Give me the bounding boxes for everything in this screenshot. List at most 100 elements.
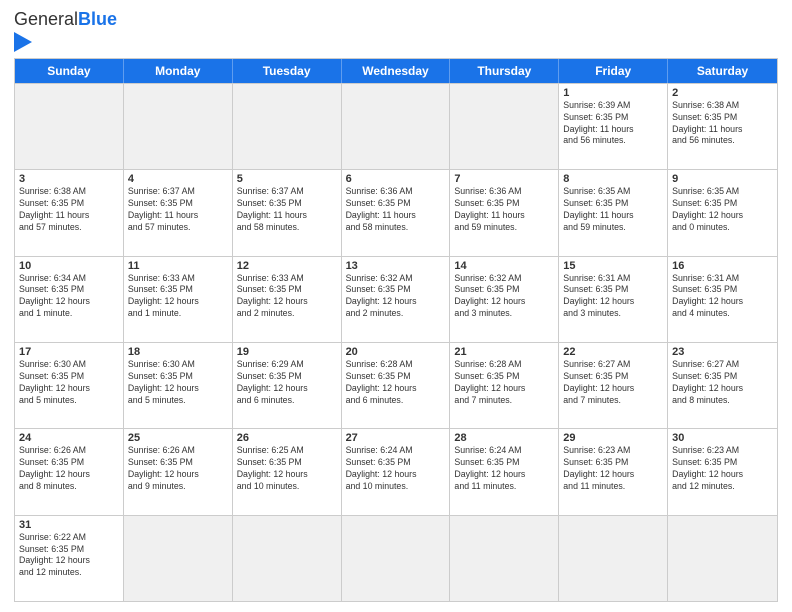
- day-cell: 6Sunrise: 6:36 AM Sunset: 6:35 PM Daylig…: [342, 170, 451, 255]
- day-info: Sunrise: 6:35 AM Sunset: 6:35 PM Dayligh…: [672, 186, 773, 234]
- day-number: 15: [563, 260, 663, 272]
- day-cell: 24Sunrise: 6:26 AM Sunset: 6:35 PM Dayli…: [15, 429, 124, 514]
- day-cell: 28Sunrise: 6:24 AM Sunset: 6:35 PM Dayli…: [450, 429, 559, 514]
- day-info: Sunrise: 6:33 AM Sunset: 6:35 PM Dayligh…: [128, 273, 228, 321]
- day-cell: [668, 516, 777, 601]
- day-info: Sunrise: 6:39 AM Sunset: 6:35 PM Dayligh…: [563, 100, 663, 148]
- day-number: 18: [128, 346, 228, 358]
- day-cell: 2Sunrise: 6:38 AM Sunset: 6:35 PM Daylig…: [668, 84, 777, 169]
- day-cell: 13Sunrise: 6:32 AM Sunset: 6:35 PM Dayli…: [342, 257, 451, 342]
- header: GeneralBlue: [14, 10, 778, 52]
- day-info: Sunrise: 6:38 AM Sunset: 6:35 PM Dayligh…: [19, 186, 119, 234]
- day-info: Sunrise: 6:30 AM Sunset: 6:35 PM Dayligh…: [128, 359, 228, 407]
- day-number: 2: [672, 87, 773, 99]
- day-number: 1: [563, 87, 663, 99]
- day-header-monday: Monday: [124, 59, 233, 83]
- day-cell: 11Sunrise: 6:33 AM Sunset: 6:35 PM Dayli…: [124, 257, 233, 342]
- day-number: 5: [237, 173, 337, 185]
- day-number: 26: [237, 432, 337, 444]
- day-info: Sunrise: 6:34 AM Sunset: 6:35 PM Dayligh…: [19, 273, 119, 321]
- week-row-5: 24Sunrise: 6:26 AM Sunset: 6:35 PM Dayli…: [15, 428, 777, 514]
- day-info: Sunrise: 6:26 AM Sunset: 6:35 PM Dayligh…: [19, 445, 119, 493]
- day-info: Sunrise: 6:36 AM Sunset: 6:35 PM Dayligh…: [346, 186, 446, 234]
- day-number: 31: [19, 519, 119, 531]
- day-info: Sunrise: 6:35 AM Sunset: 6:35 PM Dayligh…: [563, 186, 663, 234]
- day-cell: 27Sunrise: 6:24 AM Sunset: 6:35 PM Dayli…: [342, 429, 451, 514]
- day-info: Sunrise: 6:28 AM Sunset: 6:35 PM Dayligh…: [454, 359, 554, 407]
- day-number: 3: [19, 173, 119, 185]
- day-cell: [450, 516, 559, 601]
- day-info: Sunrise: 6:32 AM Sunset: 6:35 PM Dayligh…: [454, 273, 554, 321]
- logo-general: General: [14, 9, 78, 29]
- day-number: 20: [346, 346, 446, 358]
- day-cell: 14Sunrise: 6:32 AM Sunset: 6:35 PM Dayli…: [450, 257, 559, 342]
- day-cell: 15Sunrise: 6:31 AM Sunset: 6:35 PM Dayli…: [559, 257, 668, 342]
- day-number: 13: [346, 260, 446, 272]
- week-row-4: 17Sunrise: 6:30 AM Sunset: 6:35 PM Dayli…: [15, 342, 777, 428]
- day-cell: 21Sunrise: 6:28 AM Sunset: 6:35 PM Dayli…: [450, 343, 559, 428]
- day-cell: 20Sunrise: 6:28 AM Sunset: 6:35 PM Dayli…: [342, 343, 451, 428]
- day-cell: 22Sunrise: 6:27 AM Sunset: 6:35 PM Dayli…: [559, 343, 668, 428]
- day-cell: 26Sunrise: 6:25 AM Sunset: 6:35 PM Dayli…: [233, 429, 342, 514]
- day-cell: [450, 84, 559, 169]
- day-info: Sunrise: 6:31 AM Sunset: 6:35 PM Dayligh…: [563, 273, 663, 321]
- day-cell: [15, 84, 124, 169]
- day-info: Sunrise: 6:24 AM Sunset: 6:35 PM Dayligh…: [346, 445, 446, 493]
- day-info: Sunrise: 6:37 AM Sunset: 6:35 PM Dayligh…: [237, 186, 337, 234]
- logo-blue: Blue: [78, 9, 117, 29]
- week-row-1: 1Sunrise: 6:39 AM Sunset: 6:35 PM Daylig…: [15, 83, 777, 169]
- logo-icon: [14, 32, 32, 52]
- day-cell: 19Sunrise: 6:29 AM Sunset: 6:35 PM Dayli…: [233, 343, 342, 428]
- day-number: 30: [672, 432, 773, 444]
- day-cell: 31Sunrise: 6:22 AM Sunset: 6:35 PM Dayli…: [15, 516, 124, 601]
- day-info: Sunrise: 6:30 AM Sunset: 6:35 PM Dayligh…: [19, 359, 119, 407]
- day-cell: 8Sunrise: 6:35 AM Sunset: 6:35 PM Daylig…: [559, 170, 668, 255]
- day-cell: 25Sunrise: 6:26 AM Sunset: 6:35 PM Dayli…: [124, 429, 233, 514]
- day-number: 16: [672, 260, 773, 272]
- day-cell: 4Sunrise: 6:37 AM Sunset: 6:35 PM Daylig…: [124, 170, 233, 255]
- day-header-wednesday: Wednesday: [342, 59, 451, 83]
- day-number: 10: [19, 260, 119, 272]
- day-number: 21: [454, 346, 554, 358]
- day-header-sunday: Sunday: [15, 59, 124, 83]
- day-info: Sunrise: 6:22 AM Sunset: 6:35 PM Dayligh…: [19, 532, 119, 580]
- page: GeneralBlue SundayMondayTuesdayWednesday…: [0, 0, 792, 612]
- day-info: Sunrise: 6:28 AM Sunset: 6:35 PM Dayligh…: [346, 359, 446, 407]
- day-info: Sunrise: 6:29 AM Sunset: 6:35 PM Dayligh…: [237, 359, 337, 407]
- day-number: 11: [128, 260, 228, 272]
- day-info: Sunrise: 6:33 AM Sunset: 6:35 PM Dayligh…: [237, 273, 337, 321]
- day-number: 14: [454, 260, 554, 272]
- day-info: Sunrise: 6:25 AM Sunset: 6:35 PM Dayligh…: [237, 445, 337, 493]
- day-cell: 10Sunrise: 6:34 AM Sunset: 6:35 PM Dayli…: [15, 257, 124, 342]
- day-cell: 7Sunrise: 6:36 AM Sunset: 6:35 PM Daylig…: [450, 170, 559, 255]
- day-info: Sunrise: 6:38 AM Sunset: 6:35 PM Dayligh…: [672, 100, 773, 148]
- day-number: 23: [672, 346, 773, 358]
- day-header-saturday: Saturday: [668, 59, 777, 83]
- day-cell: 29Sunrise: 6:23 AM Sunset: 6:35 PM Dayli…: [559, 429, 668, 514]
- day-headers: SundayMondayTuesdayWednesdayThursdayFrid…: [15, 59, 777, 83]
- day-cell: [233, 516, 342, 601]
- day-number: 12: [237, 260, 337, 272]
- day-number: 24: [19, 432, 119, 444]
- day-number: 28: [454, 432, 554, 444]
- day-number: 8: [563, 173, 663, 185]
- weeks: 1Sunrise: 6:39 AM Sunset: 6:35 PM Daylig…: [15, 83, 777, 601]
- day-cell: 17Sunrise: 6:30 AM Sunset: 6:35 PM Dayli…: [15, 343, 124, 428]
- day-cell: 30Sunrise: 6:23 AM Sunset: 6:35 PM Dayli…: [668, 429, 777, 514]
- day-info: Sunrise: 6:27 AM Sunset: 6:35 PM Dayligh…: [563, 359, 663, 407]
- day-header-thursday: Thursday: [450, 59, 559, 83]
- week-row-3: 10Sunrise: 6:34 AM Sunset: 6:35 PM Dayli…: [15, 256, 777, 342]
- day-number: 22: [563, 346, 663, 358]
- day-number: 9: [672, 173, 773, 185]
- day-number: 27: [346, 432, 446, 444]
- day-cell: 3Sunrise: 6:38 AM Sunset: 6:35 PM Daylig…: [15, 170, 124, 255]
- day-cell: 9Sunrise: 6:35 AM Sunset: 6:35 PM Daylig…: [668, 170, 777, 255]
- day-info: Sunrise: 6:27 AM Sunset: 6:35 PM Dayligh…: [672, 359, 773, 407]
- day-cell: 18Sunrise: 6:30 AM Sunset: 6:35 PM Dayli…: [124, 343, 233, 428]
- day-cell: 23Sunrise: 6:27 AM Sunset: 6:35 PM Dayli…: [668, 343, 777, 428]
- day-header-tuesday: Tuesday: [233, 59, 342, 83]
- day-cell: 12Sunrise: 6:33 AM Sunset: 6:35 PM Dayli…: [233, 257, 342, 342]
- day-cell: [124, 516, 233, 601]
- day-number: 19: [237, 346, 337, 358]
- day-info: Sunrise: 6:23 AM Sunset: 6:35 PM Dayligh…: [672, 445, 773, 493]
